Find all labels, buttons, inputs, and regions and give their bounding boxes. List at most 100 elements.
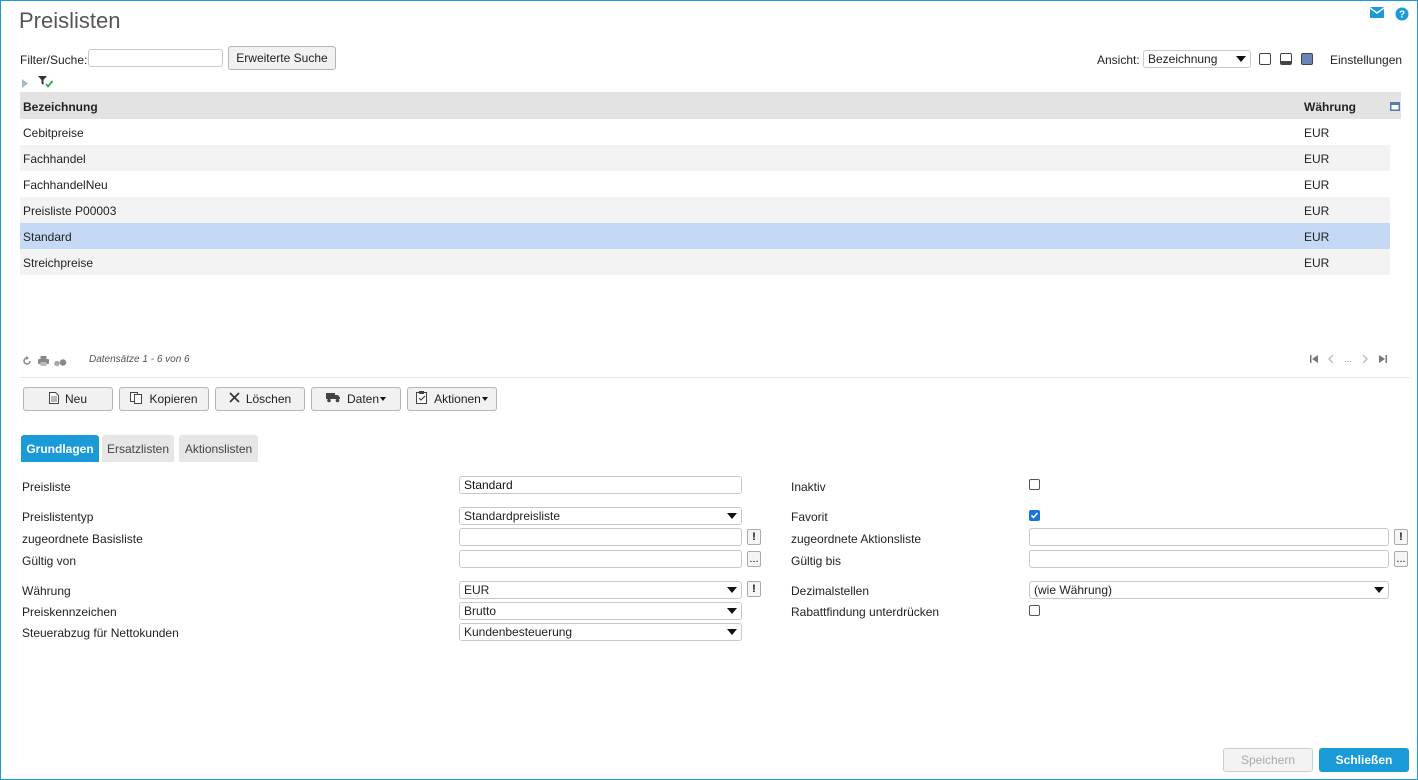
tab-grundlagen[interactable]: Grundlagen (21, 435, 99, 462)
row-name: FachhandelNeu (23, 178, 108, 192)
favorit-checkbox[interactable] (1029, 510, 1040, 521)
new-button-label: Neu (64, 392, 87, 406)
preislistentyp-label: Preislistentyp (22, 510, 94, 524)
table-row[interactable]: Fachhandel EUR (20, 145, 1390, 171)
close-button[interactable]: Schließen (1319, 748, 1409, 772)
preislistentyp-select[interactable]: Standardpreisliste (459, 507, 742, 525)
view-select-value: Bezeichnung (1148, 52, 1218, 66)
view-select[interactable]: Bezeichnung (1143, 50, 1251, 68)
advanced-search-button[interactable]: Erweiterte Suche (228, 46, 336, 70)
checkmark-icon (1030, 512, 1039, 519)
table-row[interactable]: Preisliste P00003 EUR (20, 197, 1390, 223)
divider (20, 377, 1410, 378)
column-chooser-icon[interactable] (1390, 100, 1400, 114)
row-name: Preisliste P00003 (23, 204, 117, 218)
copy-button[interactable]: Kopieren (119, 387, 209, 411)
new-button[interactable]: Neu (23, 387, 113, 411)
page-title: Preislisten (19, 8, 121, 33)
row-name: Standard (23, 230, 72, 244)
last-page-icon[interactable] (1378, 355, 1387, 365)
steuerabzug-value: Kundenbesteuerung (464, 625, 573, 639)
tab-aktionslisten[interactable]: Aktionslisten (179, 435, 258, 462)
chevron-down-icon (727, 587, 737, 593)
favorit-label: Favorit (791, 510, 828, 524)
advanced-search-label: Erweiterte Suche (236, 51, 328, 65)
gueltig-bis-label: Gültig bis (791, 554, 842, 568)
row-currency: EUR (1304, 256, 1330, 270)
table-header: Bezeichnung Währung (20, 92, 1401, 119)
waehrung-info-button[interactable]: ! (747, 581, 761, 597)
prev-page-icon[interactable] (1328, 354, 1334, 365)
close-button-label: Schließen (1335, 753, 1393, 767)
steuerabzug-select[interactable]: Kundenbesteuerung (459, 623, 742, 641)
gueltig-bis-picker-button[interactable]: ... (1394, 551, 1408, 567)
dropdown-arrow-icon (380, 397, 387, 401)
view-label: Ansicht: (1097, 53, 1140, 67)
view-layout-1-icon[interactable] (1259, 53, 1271, 65)
chevron-down-icon (727, 513, 737, 519)
table-row[interactable]: FachhandelNeu EUR (20, 171, 1390, 197)
row-currency: EUR (1304, 204, 1330, 218)
filter-check-icon[interactable] (38, 76, 54, 91)
first-page-icon[interactable] (1310, 355, 1319, 365)
print-icon[interactable] (38, 355, 49, 369)
next-page-icon[interactable] (1362, 354, 1368, 365)
svg-text:?: ? (1399, 10, 1405, 21)
gueltig-bis-input[interactable] (1029, 550, 1389, 568)
gueltig-von-label: Gültig von (22, 554, 77, 568)
column-header-name[interactable]: Bezeichnung (23, 100, 98, 114)
row-currency: EUR (1304, 152, 1330, 166)
records-count: Datensätze 1 - 6 von 6 (89, 354, 190, 365)
row-name: Streichpreise (23, 256, 94, 270)
view-layout-2-icon[interactable] (1280, 53, 1292, 65)
row-name: Cebitpreise (23, 126, 84, 140)
inaktiv-checkbox[interactable] (1029, 479, 1040, 490)
gueltig-von-input[interactable] (459, 550, 742, 568)
close-icon (229, 392, 240, 406)
waehrung-select[interactable]: EUR (459, 581, 742, 599)
aktionsliste-info-button[interactable]: ! (1394, 529, 1408, 545)
rabattfindung-label: Rabattfindung unterdrücken (791, 605, 940, 619)
row-currency: EUR (1304, 126, 1330, 140)
mail-icon[interactable] (1369, 7, 1385, 21)
delete-button[interactable]: Löschen (215, 387, 305, 411)
tab-ersatzlisten[interactable]: Ersatzlisten (102, 435, 174, 462)
data-menu-label: Daten (346, 392, 380, 406)
save-button-label: Speichern (1240, 753, 1296, 767)
actions-menu-button[interactable]: Aktionen (407, 387, 497, 411)
data-menu-button[interactable]: Daten (311, 387, 401, 411)
basisliste-info-button[interactable]: ! (747, 529, 761, 545)
preiskennzeichen-value: Brutto (464, 604, 497, 618)
preislistentyp-value: Standardpreisliste (464, 509, 561, 523)
dezimalstellen-label: Dezimalstellen (791, 584, 870, 598)
basisliste-input[interactable] (459, 528, 742, 546)
expand-arrow-icon[interactable] (22, 77, 28, 91)
preiskennzeichen-select[interactable]: Brutto (459, 602, 742, 620)
filter-label: Filter/Suche: (20, 53, 88, 67)
save-button[interactable]: Speichern (1223, 748, 1313, 772)
aktionsliste-input[interactable] (1029, 528, 1389, 546)
column-header-currency[interactable]: Währung (1304, 100, 1356, 114)
table-row[interactable]: Streichpreise EUR (20, 249, 1390, 275)
truck-icon (325, 392, 341, 406)
columns-icon[interactable] (54, 356, 67, 370)
dezimalstellen-select[interactable]: (wie Währung) (1029, 581, 1389, 599)
help-icon[interactable]: ? (1395, 7, 1409, 24)
table-row[interactable]: Cebitpreise EUR (20, 119, 1390, 145)
copy-button-label: Kopieren (149, 392, 198, 406)
filter-input[interactable] (88, 49, 223, 67)
view-layout-3-icon[interactable] (1301, 53, 1313, 65)
row-name: Fachhandel (23, 152, 86, 166)
table-row-selected[interactable]: Standard EUR (20, 223, 1390, 249)
settings-link[interactable]: Einstellungen (1330, 53, 1402, 67)
refresh-icon[interactable] (22, 355, 32, 369)
chevron-down-icon (727, 608, 737, 614)
actions-menu-label: Aktionen (434, 392, 481, 406)
preisliste-input[interactable]: Standard (459, 476, 742, 494)
dropdown-arrow-icon (481, 397, 488, 401)
gueltig-von-picker-button[interactable]: ... (747, 551, 761, 567)
clipboard-icon (416, 391, 428, 407)
copy-icon (130, 391, 143, 407)
pager-ellipsis: ... (1344, 354, 1352, 364)
rabattfindung-checkbox[interactable] (1029, 605, 1040, 616)
